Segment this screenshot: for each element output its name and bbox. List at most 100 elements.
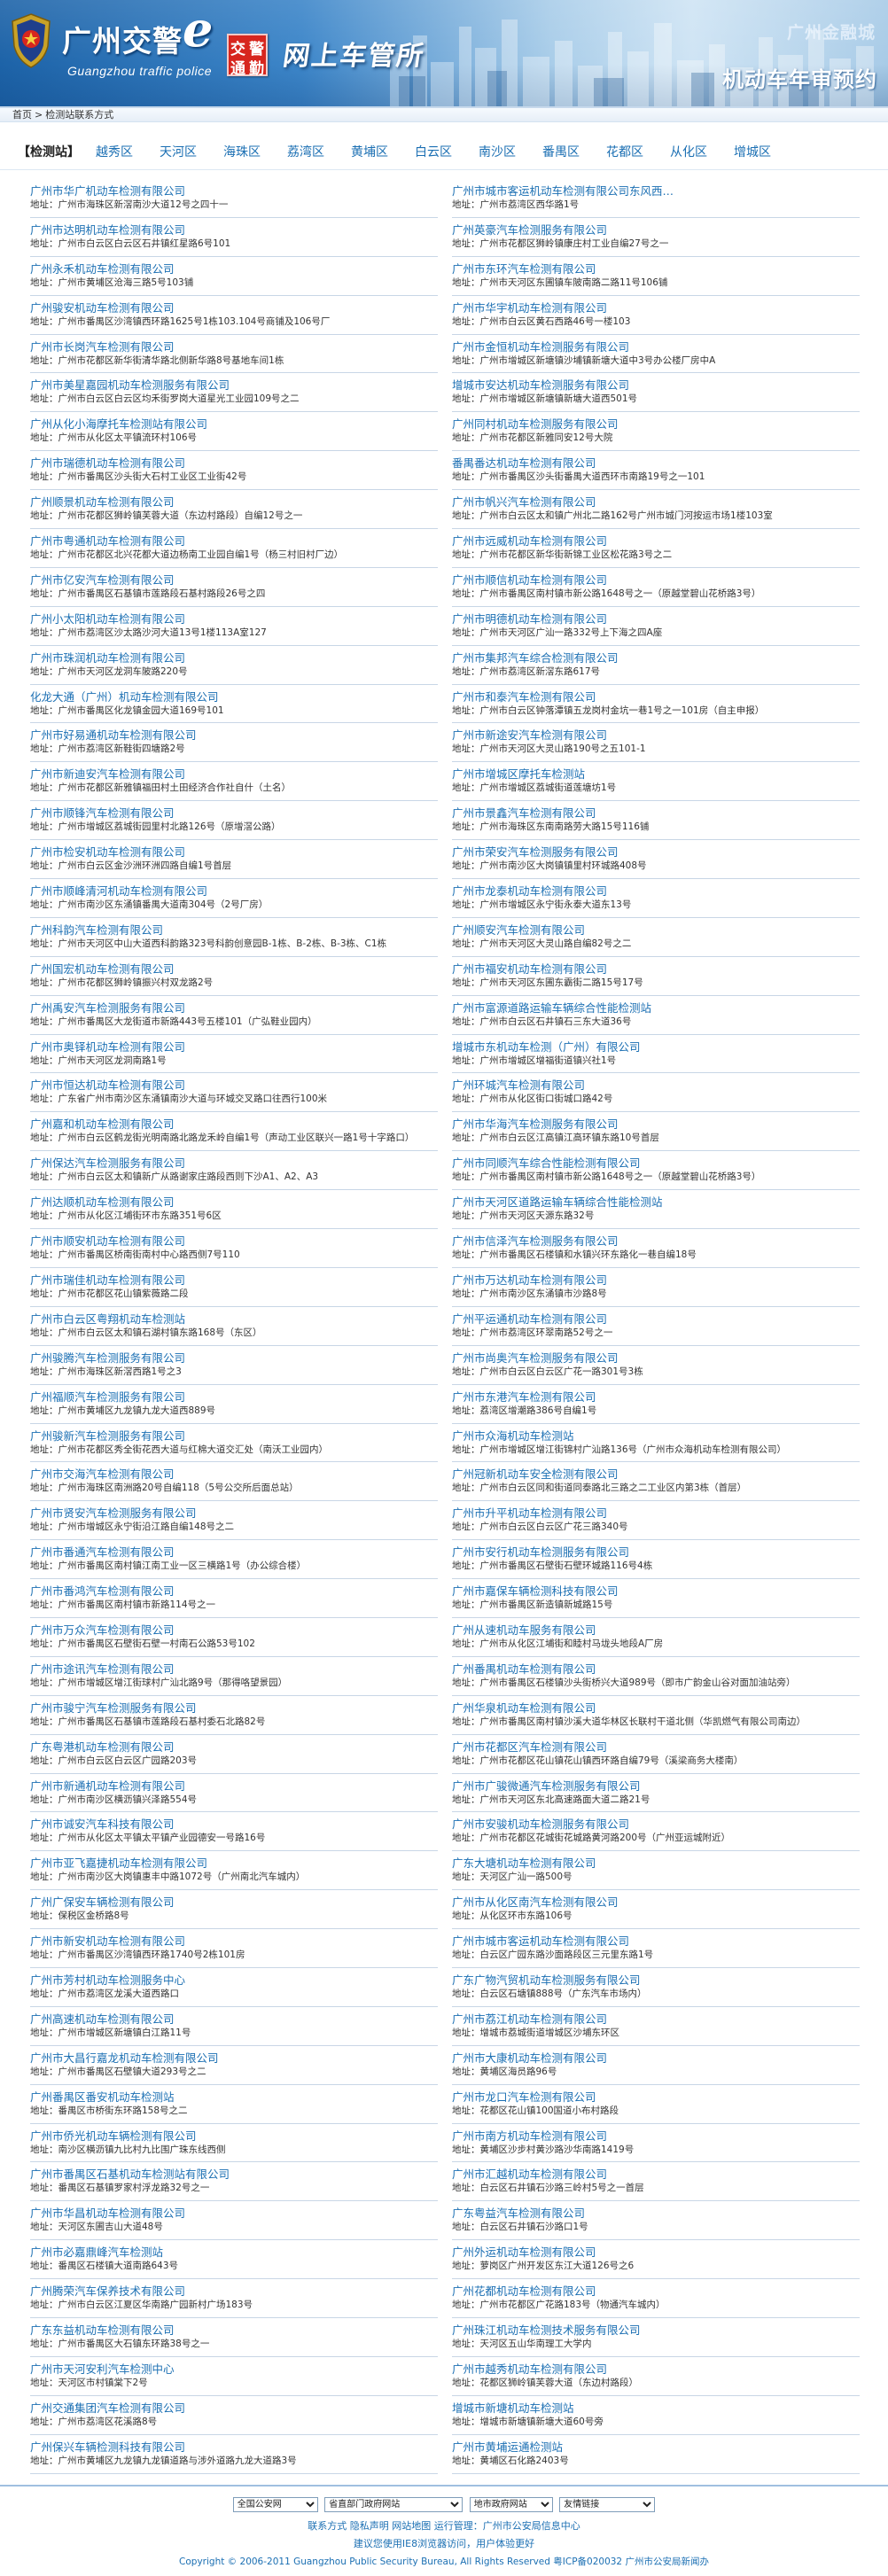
district-tab-nansha[interactable]: 南沙区 (479, 145, 516, 160)
station-name-link[interactable]: 广州市南方机动车检测有限公司 (452, 2129, 860, 2144)
station-name-link[interactable]: 广州市贤安汽车检测服务有限公司 (30, 1506, 438, 1521)
station-name-link[interactable]: 广州市龙口汽车检测有限公司 (452, 2090, 860, 2105)
station-name-link[interactable]: 广州市天河安利汽车检测中心 (30, 2362, 438, 2377)
station-name-link[interactable]: 广州市汇越机动车检测有限公司 (452, 2167, 860, 2182)
station-name-link[interactable]: 广州市必嘉鼎峰汽车检测站 (30, 2245, 438, 2260)
station-name-link[interactable]: 广州市集邦汽车综合检测有限公司 (452, 651, 860, 665)
breadcrumb-home-link[interactable]: 首页 (12, 109, 32, 121)
station-name-link[interactable]: 广州市荣安汽车检测服务有限公司 (452, 845, 860, 860)
station-name-link[interactable]: 广州市远威机动车检测有限公司 (452, 534, 860, 549)
station-name-link[interactable]: 广州市安骏机动车检测服务有限公司 (452, 1817, 860, 1832)
station-name-link[interactable]: 广州市天河区道路运输车辆综合性能检测站 (452, 1195, 860, 1210)
station-name-link[interactable]: 广州市明德机动车检测有限公司 (452, 612, 860, 626)
district-tab-baiyun[interactable]: 白云区 (415, 145, 452, 160)
station-name-link[interactable]: 广州从化小海摩托车检测站有限公司 (30, 417, 438, 432)
station-name-link[interactable]: 广州市众海机动车检测站 (452, 1429, 860, 1444)
provincial-gov-sites-select[interactable]: 省直部门政府网站 (324, 2497, 463, 2512)
national-police-sites-select[interactable]: 全国公安网 (232, 2497, 318, 2512)
station-name-link[interactable]: 广州市万众汽车检测有限公司 (30, 1623, 438, 1638)
station-name-link[interactable]: 广州环城汽车检测有限公司 (452, 1078, 860, 1093)
station-name-link[interactable]: 广州市亿安汽车检测有限公司 (30, 573, 438, 588)
station-name-link[interactable]: 广州市金恒机动车检测服务有限公司 (452, 340, 860, 354)
station-name-link[interactable]: 广州市长岗汽车检测有限公司 (30, 340, 438, 354)
station-name-link[interactable]: 广州市新通机动车检测有限公司 (30, 1779, 438, 1794)
station-name-link[interactable]: 广州市福安机动车检测有限公司 (452, 962, 860, 977)
station-name-link[interactable]: 广州市交海汽车检测有限公司 (30, 1467, 438, 1482)
station-name-link[interactable]: 广州市华昌机动车检测有限公司 (30, 2206, 438, 2221)
station-name-link[interactable]: 广州市东环汽车检测有限公司 (452, 262, 860, 276)
station-name-link[interactable]: 广州福顺汽车检测服务有限公司 (30, 1390, 438, 1405)
station-name-link[interactable]: 增城市新塘机动车检测站 (452, 2401, 860, 2416)
station-name-link[interactable]: 广州广保安车辆检测有限公司 (30, 1895, 438, 1910)
station-name-link[interactable]: 广州外运机动车检测有限公司 (452, 2245, 860, 2260)
station-name-link[interactable]: 广州市顺信机动车检测有限公司 (452, 573, 860, 588)
district-tab-huadu[interactable]: 花都区 (606, 145, 643, 160)
station-name-link[interactable]: 广州市途讯汽车检测有限公司 (30, 1662, 438, 1677)
station-name-link[interactable]: 广州市安行机动车检测服务有限公司 (452, 1545, 860, 1560)
station-name-link[interactable]: 广州英豪汽车检测服务有限公司 (452, 223, 860, 237)
station-name-link[interactable]: 广州市大昌行嘉龙机动车检测有限公司 (30, 2051, 438, 2066)
station-name-link[interactable]: 广州市富源道路运输车辆综合性能检测站 (452, 1001, 860, 1016)
station-name-link[interactable]: 广州市好易通机动车检测有限公司 (30, 728, 438, 743)
station-name-link[interactable]: 广州市检安机动车检测有限公司 (30, 845, 438, 860)
station-name-link[interactable]: 番禺番达机动车检测有限公司 (452, 456, 860, 471)
station-name-link[interactable]: 广州市番禺区石基机动车检测站有限公司 (30, 2167, 438, 2182)
station-name-link[interactable]: 广州市越秀机动车检测有限公司 (452, 2362, 860, 2377)
station-name-link[interactable]: 广州科韵汽车检测有限公司 (30, 923, 438, 938)
district-tab-panyu[interactable]: 番禺区 (542, 145, 580, 160)
station-name-link[interactable]: 广州高速机动车检测有限公司 (30, 2012, 438, 2027)
district-tab-yuexiu[interactable]: 越秀区 (96, 145, 133, 160)
station-name-link[interactable]: 广州市番通汽车检测有限公司 (30, 1545, 438, 1560)
station-name-link[interactable]: 广东大塘机动车检测有限公司 (452, 1856, 860, 1871)
station-name-link[interactable]: 广州市粤通机动车检测有限公司 (30, 534, 438, 549)
station-name-link[interactable]: 广州冠新机动车安全检测有限公司 (452, 1467, 860, 1482)
station-name-link[interactable]: 广州市瑞德机动车检测有限公司 (30, 456, 438, 471)
district-tab-liwan[interactable]: 荔湾区 (287, 145, 324, 160)
station-name-link[interactable]: 广东粤益汽车检测有限公司 (452, 2206, 860, 2221)
station-name-link[interactable]: 广州腾荣汽车保养技术有限公司 (30, 2284, 438, 2299)
station-name-link[interactable]: 广州市从化区南汽车检测有限公司 (452, 1895, 860, 1910)
station-name-link[interactable]: 广州市侨光机动车辆检测有限公司 (30, 2129, 438, 2144)
station-name-link[interactable]: 广州市黄埔运通检测站 (452, 2440, 860, 2455)
station-name-link[interactable]: 广州市新迪安汽车检测有限公司 (30, 767, 438, 782)
station-name-link[interactable]: 广州市和泰汽车检测有限公司 (452, 690, 860, 704)
station-name-link[interactable]: 广州市华宇机动车检测有限公司 (452, 301, 860, 315)
station-name-link[interactable]: 广州顺安汽车检测有限公司 (452, 923, 860, 938)
city-gov-sites-select[interactable]: 地市政府网站 (469, 2497, 553, 2512)
station-name-link[interactable]: 广州市尚奥汽车检测服务有限公司 (452, 1351, 860, 1366)
station-name-link[interactable]: 广州顺景机动车检测有限公司 (30, 495, 438, 510)
station-name-link[interactable]: 广州市瑞佳机动车检测有限公司 (30, 1273, 438, 1288)
station-name-link[interactable]: 广州市奥铎机动车检测有限公司 (30, 1040, 438, 1055)
station-name-link[interactable]: 广州同村机动车检测服务有限公司 (452, 417, 860, 432)
station-name-link[interactable]: 广州市达明机动车检测有限公司 (30, 223, 438, 237)
station-name-link[interactable]: 广州市珠润机动车检测有限公司 (30, 651, 438, 665)
station-name-link[interactable]: 广州市诚安汽车科技有限公司 (30, 1817, 438, 1832)
station-name-link[interactable]: 广州市华海汽车检测服务有限公司 (452, 1117, 860, 1132)
station-name-link[interactable]: 广州番禺区番安机动车检测站 (30, 2090, 438, 2105)
station-name-link[interactable]: 广州珠江机动车检测技术服务有限公司 (452, 2323, 860, 2338)
station-name-link[interactable]: 广州华泉机动车检测有限公司 (452, 1701, 860, 1716)
station-name-link[interactable]: 广州国宏机动车检测有限公司 (30, 962, 438, 977)
station-name-link[interactable]: 广州市芳村机动车检测服务中心 (30, 1973, 438, 1988)
station-name-link[interactable]: 广州骏腾汽车检测服务有限公司 (30, 1351, 438, 1366)
station-name-link[interactable]: 广州市白云区粤翔机动车检测站 (30, 1312, 438, 1327)
district-tab-haizhu[interactable]: 海珠区 (223, 145, 261, 160)
station-name-link[interactable]: 广州花都机动车检测有限公司 (452, 2284, 860, 2299)
station-name-link[interactable]: 广东广物汽贸机动车检测服务有限公司 (452, 1973, 860, 1988)
station-name-link[interactable]: 广州市顺峰清河机动车检测有限公司 (30, 884, 438, 899)
station-name-link[interactable]: 广州达顺机动车检测有限公司 (30, 1195, 438, 1210)
station-name-link[interactable]: 增城市安达机动车检测服务有限公司 (452, 378, 860, 393)
station-name-link[interactable]: 广州市帆兴汽车检测有限公司 (452, 495, 860, 510)
station-name-link[interactable]: 广州市花都区汽车检测有限公司 (452, 1740, 860, 1755)
station-name-link[interactable]: 广州嘉和机动车检测有限公司 (30, 1117, 438, 1132)
station-name-link[interactable]: 广东东益机动车检测有限公司 (30, 2323, 438, 2338)
station-name-link[interactable]: 广东粤港机动车检测有限公司 (30, 1740, 438, 1755)
station-name-link[interactable]: 广州市同顺汽车综合性能检测有限公司 (452, 1156, 860, 1171)
station-name-link[interactable]: 广州市嘉保车辆检测科技有限公司 (452, 1584, 860, 1599)
district-tab-zengcheng[interactable]: 增城区 (734, 145, 771, 160)
station-name-link[interactable]: 广州市广骏微通汽车检测服务有限公司 (452, 1779, 860, 1794)
district-tab-huangpu[interactable]: 黄埔区 (351, 145, 388, 160)
station-name-link[interactable]: 广州市新安机动车检测有限公司 (30, 1934, 438, 1949)
station-name-link[interactable]: 广州市新途安汽车检测有限公司 (452, 728, 860, 743)
district-tab-tianhe[interactable]: 天河区 (160, 145, 197, 160)
